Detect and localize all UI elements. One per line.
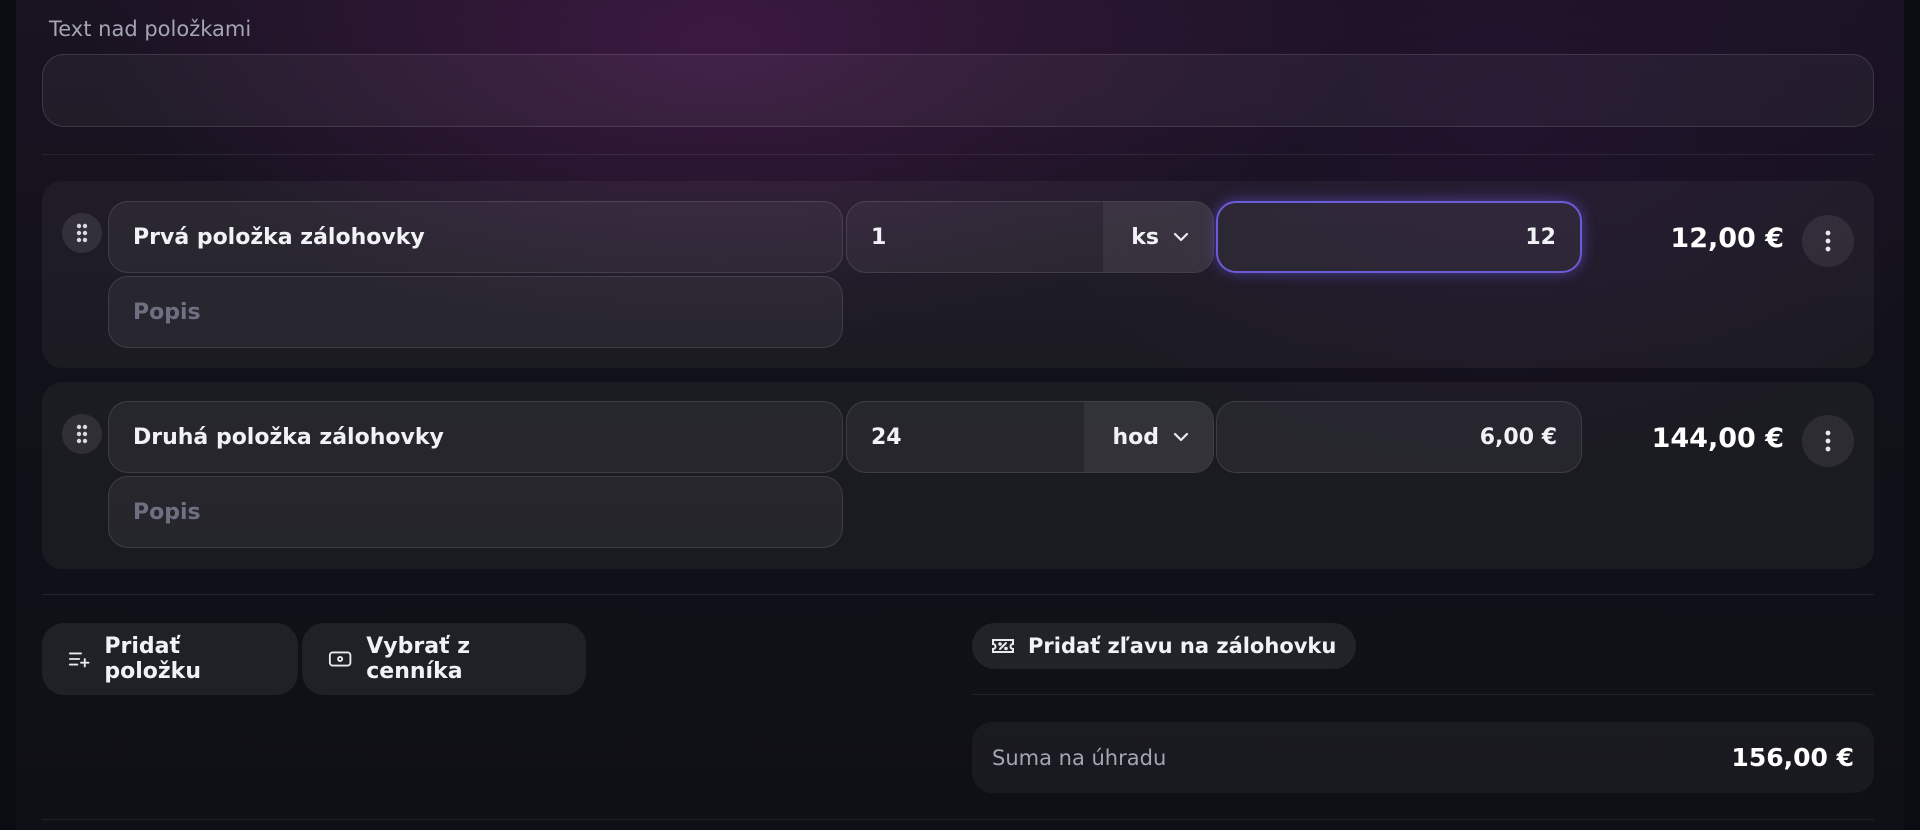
add-discount-button[interactable]: Pridať zľavu na zálohovku	[972, 623, 1357, 669]
divider	[42, 154, 1874, 155]
pick-from-pricelist-label: Vybrať z cenníka	[366, 634, 471, 684]
item-more-button[interactable]	[1802, 415, 1854, 467]
divider	[972, 694, 1874, 695]
item-quantity-input[interactable]: 1 ks	[846, 201, 1214, 273]
drag-handle-icon[interactable]	[62, 213, 102, 253]
item-quantity-value: 1	[871, 224, 887, 250]
add-discount-label: Pridať zľavu na zálohovku	[1028, 634, 1337, 658]
item-row: Druhá položka zálohovky Popis 24 hod 6,0…	[42, 382, 1874, 569]
total-due-row: Suma na úhradu 156,00 €	[972, 722, 1874, 793]
divider	[42, 594, 1874, 595]
unit-value: ks	[1131, 224, 1159, 250]
unit-select[interactable]: hod	[1084, 402, 1213, 472]
item-price-input[interactable]: 12	[1216, 201, 1582, 273]
drag-handle-icon[interactable]	[62, 414, 102, 454]
chevron-down-icon	[1173, 432, 1189, 442]
item-description-input[interactable]: Popis	[108, 276, 843, 348]
total-due-label: Suma na úhradu	[992, 745, 1167, 770]
more-vertical-icon	[1825, 230, 1831, 252]
add-item-label: Pridať položku	[104, 634, 201, 684]
item-quantity-value: 24	[871, 424, 902, 450]
add-list-icon	[68, 652, 90, 668]
item-row: Prvá položka zálohovky Popis 1 ks 12 12,…	[42, 181, 1874, 368]
pricelist-icon	[328, 651, 352, 667]
text-above-items-label: Text nad položkami	[49, 17, 252, 41]
item-name-input[interactable]: Druhá položka zálohovky	[108, 401, 843, 473]
item-quantity-input[interactable]: 24 hod	[846, 401, 1214, 473]
item-description-input[interactable]: Popis	[108, 476, 843, 548]
divider	[42, 819, 1874, 820]
item-more-button[interactable]	[1802, 215, 1854, 267]
item-name-input[interactable]: Prvá položka zálohovky	[108, 201, 843, 273]
text-above-items-input[interactable]	[42, 54, 1874, 127]
right-frame	[1904, 0, 1920, 830]
add-item-button[interactable]: Pridať položku	[42, 623, 298, 695]
total-due-value: 156,00 €	[1731, 743, 1854, 772]
unit-value: hod	[1112, 424, 1159, 450]
chevron-down-icon	[1173, 232, 1189, 242]
pick-from-pricelist-button[interactable]: Vybrať z cenníka	[302, 623, 586, 695]
item-line-total: 12,00 €	[1670, 223, 1784, 254]
item-price-input[interactable]: 6,00 €	[1216, 401, 1582, 473]
more-vertical-icon	[1825, 430, 1831, 452]
left-frame	[0, 0, 16, 830]
unit-select[interactable]: ks	[1103, 202, 1213, 272]
discount-ticket-icon	[992, 639, 1014, 653]
item-line-total: 144,00 €	[1651, 423, 1784, 454]
